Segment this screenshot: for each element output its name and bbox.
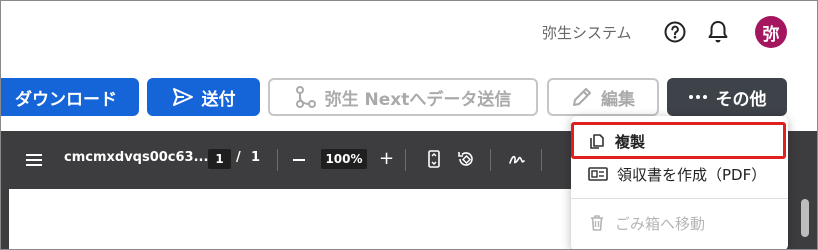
bell-icon[interactable]	[706, 19, 730, 45]
send-icon	[172, 88, 193, 106]
question-circle-icon[interactable]	[663, 20, 687, 44]
send-button-label: 送付	[201, 89, 236, 110]
trash-icon	[591, 215, 603, 231]
total-pages: 1	[251, 150, 261, 165]
receipt-icon	[588, 167, 608, 181]
zoom-level-input[interactable]: 100%	[321, 149, 367, 169]
menu-item-create-receipt-label: 領収書を作成（PDF）	[617, 165, 767, 184]
edit-button[interactable]: 編集	[547, 78, 659, 116]
toolbar-divider	[541, 149, 542, 171]
toolbar-divider	[405, 149, 406, 171]
rotate-icon[interactable]	[456, 149, 476, 169]
top-header: 弥生システム 弥	[1, 1, 817, 63]
send-to-yayoi-next-button[interactable]: 弥生 Nextへデータ送信	[268, 78, 538, 116]
menu-divider	[571, 198, 788, 199]
menu-item-create-receipt[interactable]: 領収書を作成（PDF）	[571, 157, 788, 191]
menu-item-move-to-trash: ごみ箱へ移動	[571, 206, 788, 240]
current-page-input[interactable]: 1	[208, 149, 231, 169]
download-button[interactable]: ダウンロード	[1, 78, 139, 116]
ellipsis-icon	[688, 95, 707, 99]
draw-signature-icon[interactable]	[507, 149, 527, 169]
hamburger-menu-icon[interactable]	[26, 153, 42, 167]
avatar[interactable]: 弥	[755, 16, 787, 48]
send-to-yayoi-next-label: 弥生 Nextへデータ送信	[324, 89, 512, 110]
share-nodes-icon	[295, 86, 316, 108]
pencil-icon	[573, 88, 591, 106]
download-button-label: ダウンロード	[15, 89, 117, 110]
duplicate-highlight-box	[571, 122, 786, 159]
more-button-label: その他	[715, 89, 767, 110]
toolbar-divider	[277, 149, 278, 171]
page-separator: /	[236, 150, 241, 165]
menu-item-move-to-trash-label: ごみ箱へ移動	[615, 214, 706, 233]
send-button[interactable]: 送付	[147, 78, 260, 116]
company-name[interactable]: 弥生システム	[542, 22, 632, 43]
app-window: 弥生システム 弥 ダウンロード 送付 弥生 Nextへデータ送信 編集 その他 …	[0, 0, 818, 250]
pdf-file-name: cmcmxdvqs00c63...	[64, 150, 209, 165]
edit-button-label: 編集	[601, 89, 635, 110]
toolbar-divider	[490, 149, 491, 171]
zoom-out-icon[interactable]	[293, 159, 305, 161]
viewer-scrollbar[interactable]	[801, 199, 809, 237]
more-button[interactable]: その他	[667, 78, 787, 116]
fit-page-icon[interactable]	[424, 149, 444, 169]
zoom-in-icon[interactable]: +	[379, 150, 394, 168]
